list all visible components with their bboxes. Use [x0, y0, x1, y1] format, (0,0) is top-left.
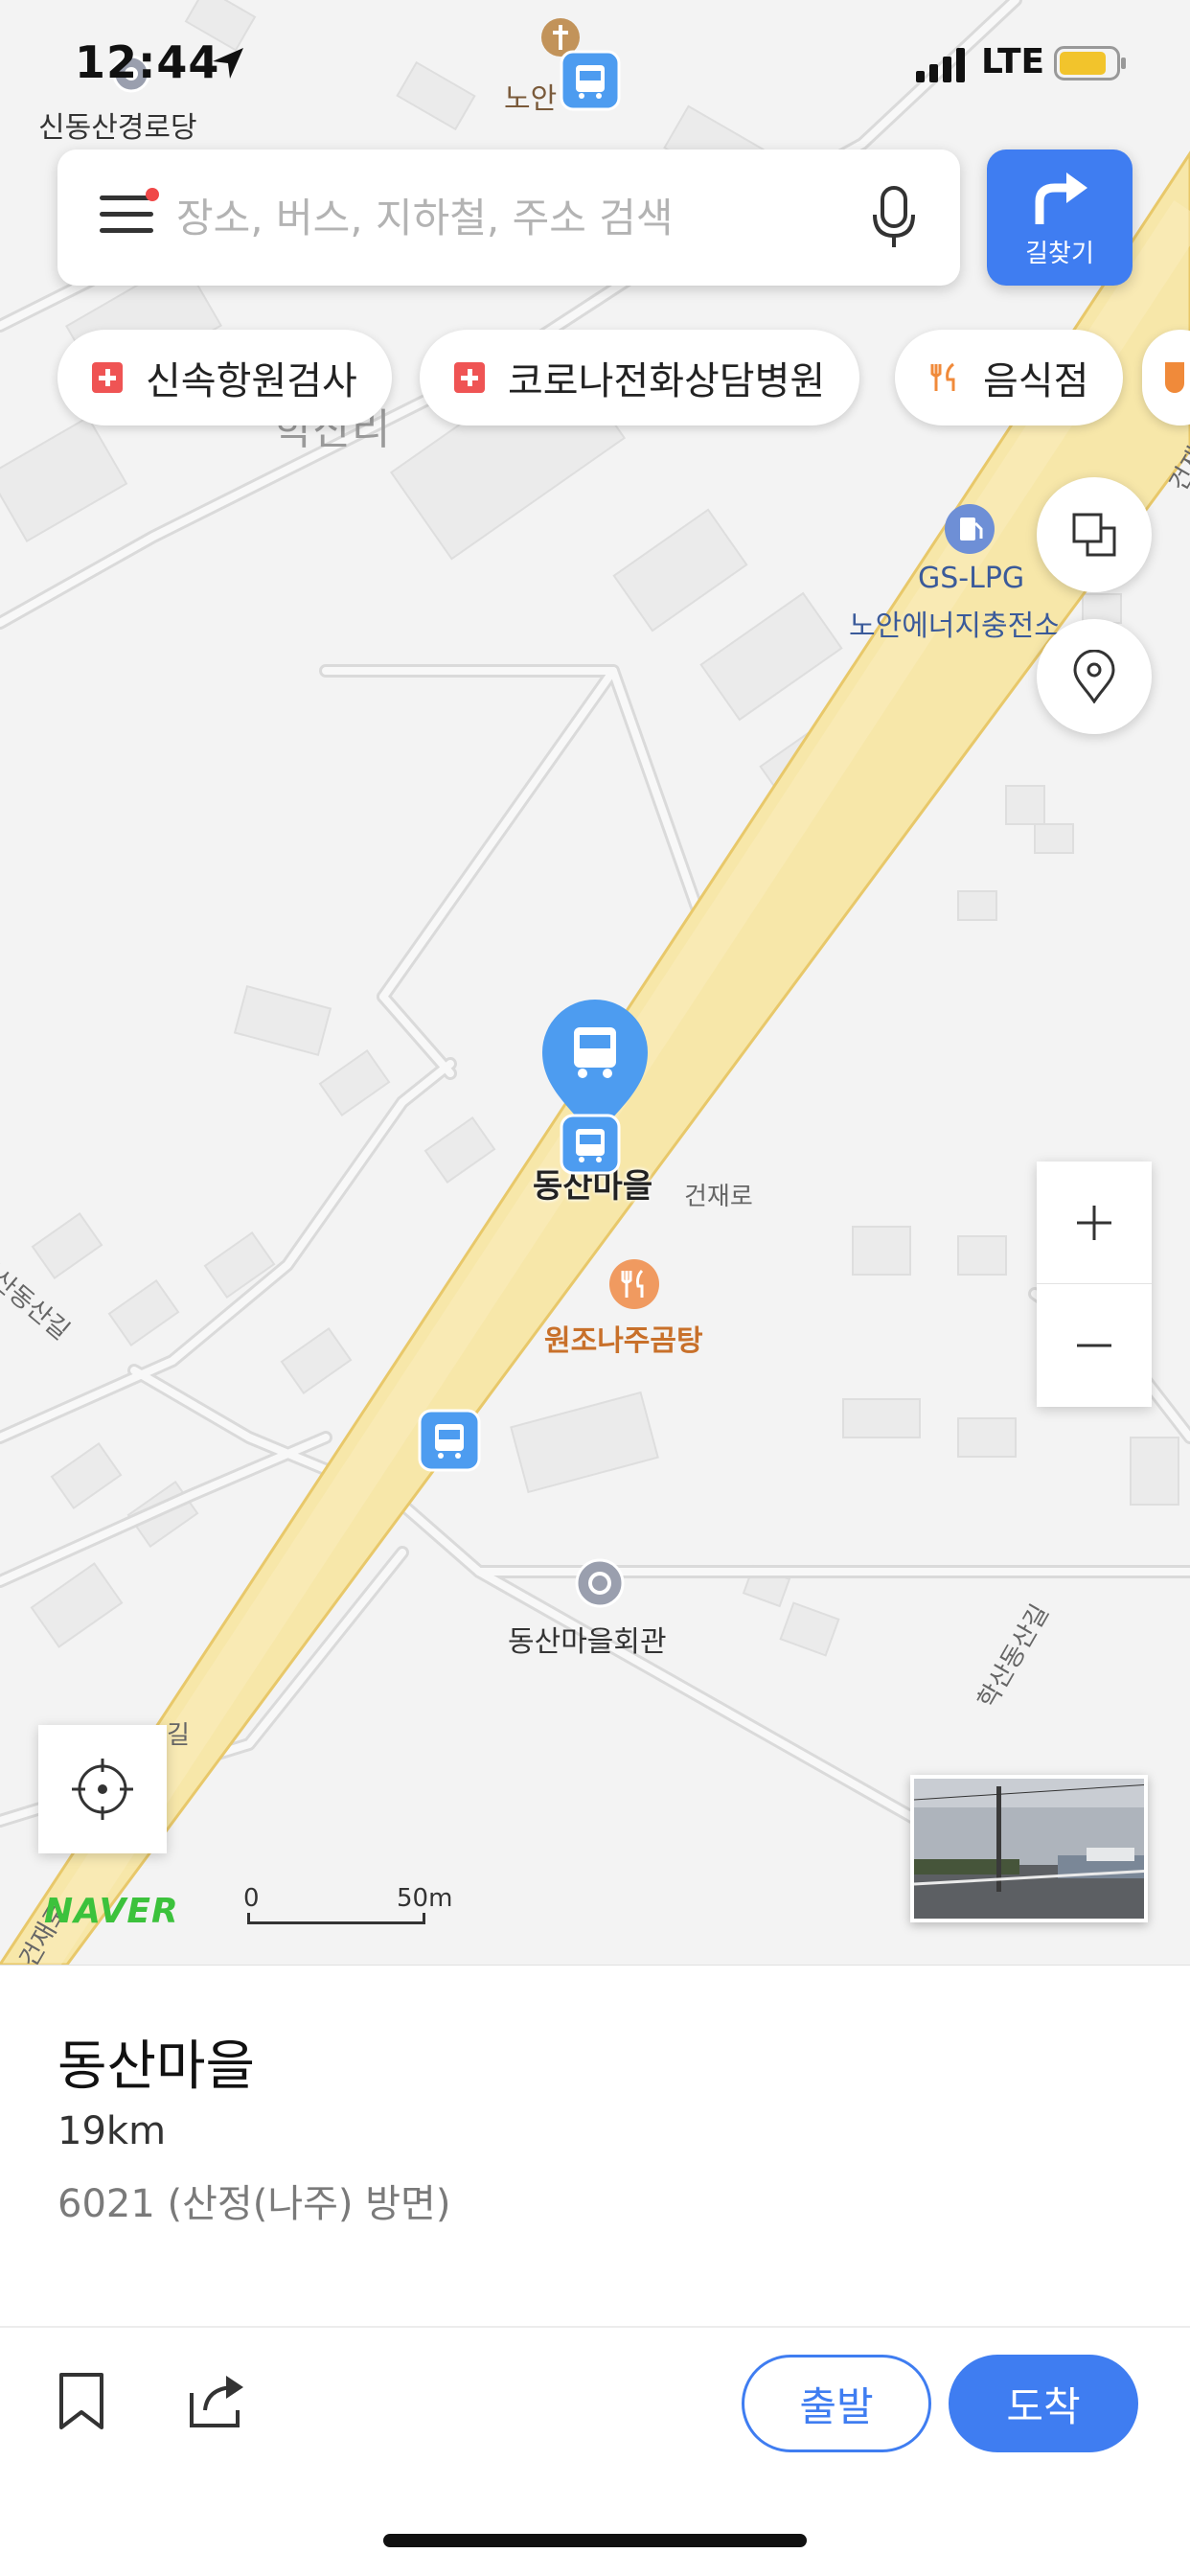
hall-icon[interactable] — [573, 1556, 627, 1610]
cafe-icon — [1165, 362, 1184, 393]
depart-button[interactable]: 출발 — [742, 2355, 931, 2452]
chip-rapid-antigen-test[interactable]: 신속항원검사 — [57, 330, 392, 426]
search-input[interactable] — [176, 184, 904, 251]
notification-dot — [146, 188, 159, 201]
zoom-control — [1037, 1162, 1152, 1407]
hospital-icon — [92, 362, 123, 393]
status-bar: 12:44 LTE — [0, 36, 1190, 94]
place-direction: 6021 (산정(나주) 방면) — [57, 2182, 451, 2226]
microphone-icon[interactable] — [870, 186, 918, 249]
home-indicator[interactable] — [383, 2534, 807, 2547]
map-view[interactable]: 신동산경로당 노안 학산리 GS-LPG 노안에너지충전소 동산마을 건재로 원… — [0, 0, 1190, 1965]
gas-station-icon[interactable] — [943, 502, 996, 556]
zoom-in-button[interactable] — [1037, 1162, 1152, 1284]
bus-stop-icon-bottom[interactable] — [418, 1409, 481, 1472]
share-icon[interactable] — [188, 2372, 249, 2429]
scale-bar: 0 50m — [243, 1884, 452, 1926]
scale-zero: 0 — [243, 1884, 260, 1913]
street-view-thumbnail[interactable] — [910, 1775, 1148, 1922]
plus-icon — [1077, 1205, 1111, 1240]
hospital-icon — [454, 362, 485, 393]
minus-icon — [1077, 1344, 1111, 1347]
location-arrow-icon — [213, 48, 243, 79]
directions-button[interactable]: 길찾기 — [987, 150, 1133, 286]
street-view-image — [914, 1779, 1144, 1919]
scale-line — [247, 1913, 425, 1924]
road-label-bottom-left: 길 — [167, 1721, 190, 1750]
divider — [0, 2326, 1190, 2328]
directions-label: 길찾기 — [1025, 240, 1094, 268]
scale-distance: 50m — [397, 1884, 453, 1913]
place-info-sheet: 동산마을 19km 6021 (산정(나주) 방면) 출발 도착 — [0, 1965, 1190, 2576]
chip-label: 음식점 — [983, 359, 1089, 403]
road-label-main: 건재로 — [684, 1183, 753, 1211]
place-title: 동산마을 — [57, 2036, 256, 2098]
search-bar[interactable] — [57, 150, 960, 286]
place-pin-button[interactable] — [1037, 619, 1152, 734]
bookmark-icon[interactable] — [57, 2372, 105, 2431]
chip-label: 신속항원검사 — [146, 359, 357, 403]
menu-icon[interactable] — [100, 188, 159, 240]
restaurant-icon — [930, 362, 955, 391]
place-label-senior-center[interactable]: 신동산경로당 — [38, 104, 197, 146]
chip-restaurant[interactable]: 음식점 — [895, 330, 1124, 426]
restaurant-label[interactable]: 원조나주곰탕 — [544, 1317, 703, 1359]
place-distance: 19km — [57, 2109, 167, 2153]
crosshair-icon — [72, 1759, 133, 1820]
arrive-button[interactable]: 도착 — [949, 2355, 1138, 2452]
zoom-out-button[interactable] — [1037, 1284, 1152, 1407]
turn-right-arrow-icon — [1035, 172, 1087, 224]
status-time: 12:44 — [75, 36, 220, 88]
chip-label: 코로나전화상담병원 — [508, 359, 826, 403]
chip-covid-phone-hospital[interactable]: 코로나전화상담병원 — [420, 330, 860, 426]
bus-stop-icon-selected[interactable] — [560, 1114, 621, 1175]
layers-icon — [1072, 513, 1116, 557]
restaurant-icon[interactable] — [607, 1257, 661, 1311]
current-location-button[interactable] — [38, 1725, 167, 1853]
network-label: LTE — [981, 42, 1045, 81]
naver-logo: NAVER — [44, 1892, 179, 1931]
layers-button[interactable] — [1037, 477, 1152, 592]
hall-label[interactable]: 동산마을회관 — [508, 1618, 667, 1660]
signal-icon — [916, 48, 965, 82]
battery-icon — [1054, 46, 1126, 80]
gas-station-label-1[interactable]: GS-LPG — [918, 562, 1024, 595]
gas-station-label-2[interactable]: 노안에너지충전소 — [849, 602, 1061, 644]
location-pin-icon — [1073, 650, 1115, 703]
